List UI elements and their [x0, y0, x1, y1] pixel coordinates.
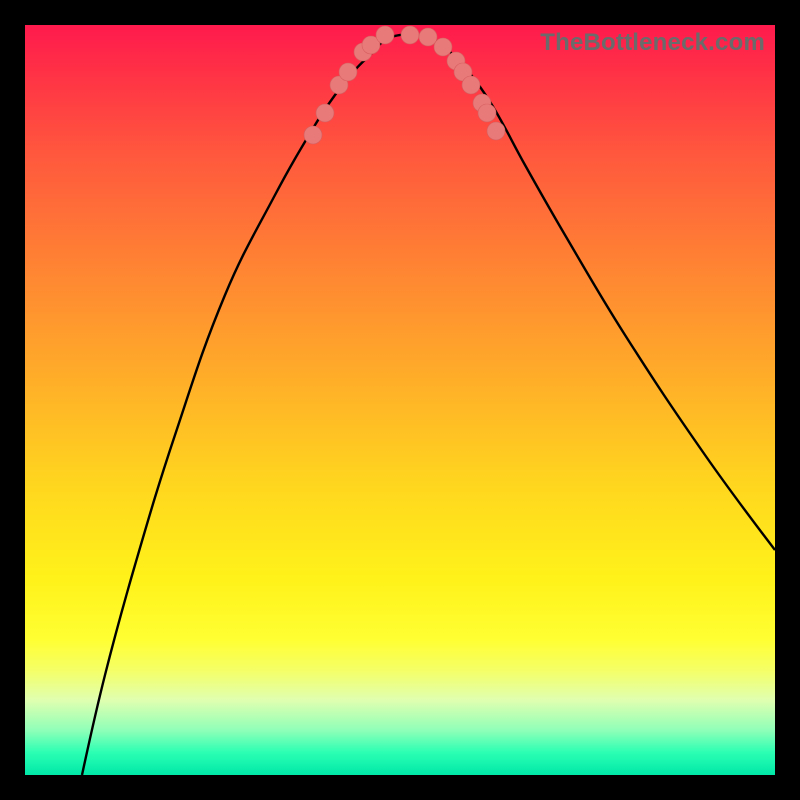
- marker-dot: [434, 38, 452, 56]
- marker-dot: [316, 104, 334, 122]
- marker-dot: [376, 26, 394, 44]
- marker-dot: [419, 28, 437, 46]
- marker-dot: [478, 104, 496, 122]
- marker-dots-group: [304, 26, 505, 144]
- marker-dot: [462, 76, 480, 94]
- marker-dot: [487, 122, 505, 140]
- marker-dot: [304, 126, 322, 144]
- bottleneck-curve: [82, 34, 775, 775]
- chart-frame: TheBottleneck.com: [0, 0, 800, 800]
- marker-dot: [339, 63, 357, 81]
- plot-area: TheBottleneck.com: [25, 25, 775, 775]
- marker-dot: [401, 26, 419, 44]
- curve-svg: [25, 25, 775, 775]
